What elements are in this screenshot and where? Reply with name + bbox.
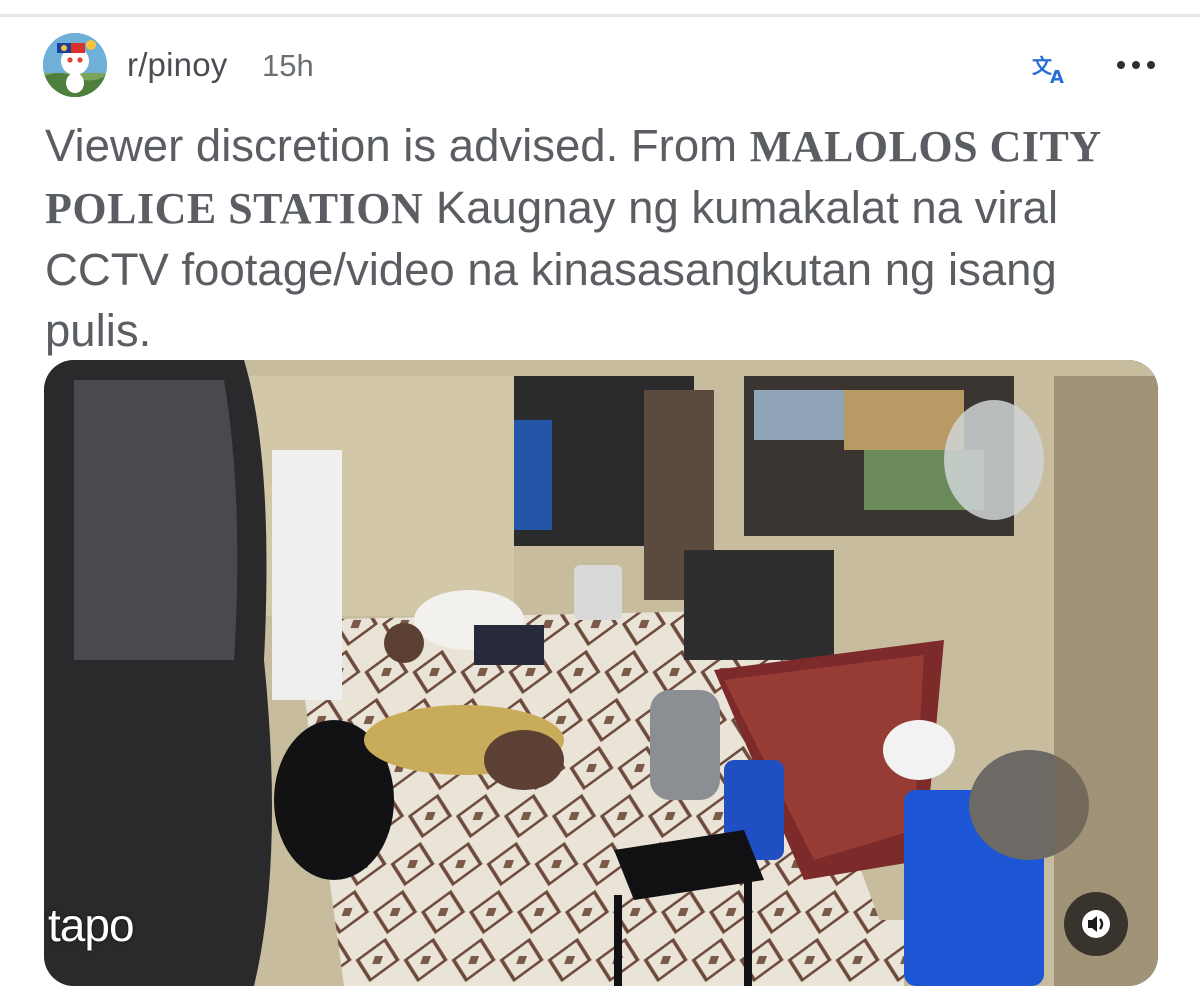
cctv-frame <box>44 360 1158 986</box>
post-timestamp: 15h <box>262 48 314 83</box>
more-options-button[interactable] <box>1115 55 1157 75</box>
video-player[interactable]: tapo <box>44 360 1158 986</box>
top-divider <box>0 14 1200 17</box>
post-header: r/pinoy 15h 文 A <box>43 33 1158 97</box>
audio-icon <box>1082 910 1110 938</box>
translate-icon: 文 A <box>1032 54 1064 88</box>
audio-toggle-button[interactable] <box>1064 892 1128 956</box>
title-lead: Viewer discretion is advised. From <box>45 120 750 171</box>
more-icon <box>1117 61 1155 69</box>
svg-text:A: A <box>1050 67 1064 85</box>
camera-watermark: tapo <box>48 899 135 951</box>
subreddit-name[interactable]: r/pinoy <box>127 46 227 84</box>
subreddit-avatar[interactable] <box>43 33 107 97</box>
post-title[interactable]: Viewer discretion is advised. From MALOL… <box>45 115 1165 361</box>
translate-button[interactable]: 文 A <box>1030 51 1070 88</box>
